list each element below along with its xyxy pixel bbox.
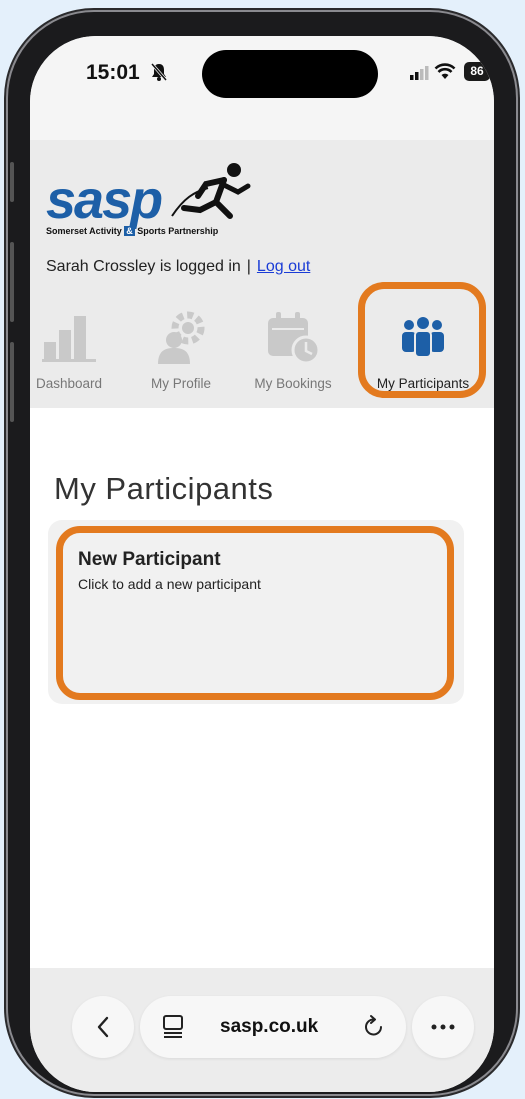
logo-sub-amp: & (124, 226, 135, 236)
phone-frame: 15:01 86 sasp Somerset Activity & Sports… (8, 12, 516, 1094)
silent-bell-icon (150, 62, 168, 87)
login-status: Sarah Crossley is logged in | Log out (46, 258, 310, 276)
wifi-icon (434, 62, 456, 80)
bar-chart-icon (30, 308, 124, 366)
page-title: My Participants (54, 470, 274, 506)
volume-up-button (10, 242, 14, 322)
status-bar: 15:01 86 (30, 36, 494, 140)
dynamic-island (202, 50, 378, 98)
tabs-icon[interactable] (162, 1014, 184, 1043)
ellipsis-icon (431, 1024, 455, 1030)
reload-icon[interactable] (362, 1014, 386, 1043)
nav-label-my-profile: My Profile (150, 376, 211, 391)
logout-link[interactable]: Log out (257, 258, 310, 275)
back-button[interactable] (72, 996, 134, 1058)
nav-label-my-bookings: My Bookings (254, 376, 332, 391)
url-bar-row: sasp.co.uk (72, 996, 474, 1060)
screen: 15:01 86 sasp Somerset Activity & Sports… (30, 36, 494, 1092)
nav-label-dashboard: Dashboard (35, 376, 103, 391)
browser-toolbar: sasp.co.uk (30, 968, 494, 1092)
mute-switch (10, 162, 14, 202)
more-button[interactable] (412, 996, 474, 1058)
nav-item-my-bookings[interactable]: My Bookings (238, 308, 348, 391)
highlight-box-card (56, 526, 454, 700)
nav-item-dashboard[interactable]: Dashboard (30, 308, 124, 391)
runner-icon (164, 158, 254, 233)
address-bar[interactable]: sasp.co.uk (140, 996, 406, 1058)
highlight-box-nav (358, 282, 486, 398)
chevron-left-icon (97, 1016, 109, 1038)
logo-sub-left: Somerset Activity (46, 226, 122, 236)
main-content: My Participants New Participant Click to… (30, 408, 494, 968)
url-text: sasp.co.uk (220, 1016, 319, 1037)
battery-indicator: 86 (464, 62, 494, 81)
nav-item-my-profile[interactable]: My Profile (126, 308, 236, 391)
profile-gear-icon (126, 308, 236, 366)
separator: | (246, 258, 251, 275)
status-time: 15:01 (86, 61, 140, 84)
calendar-clock-icon (238, 308, 348, 366)
logged-in-text: Sarah Crossley is logged in (46, 258, 241, 275)
volume-down-button (10, 342, 14, 422)
signal-icon (410, 66, 430, 85)
